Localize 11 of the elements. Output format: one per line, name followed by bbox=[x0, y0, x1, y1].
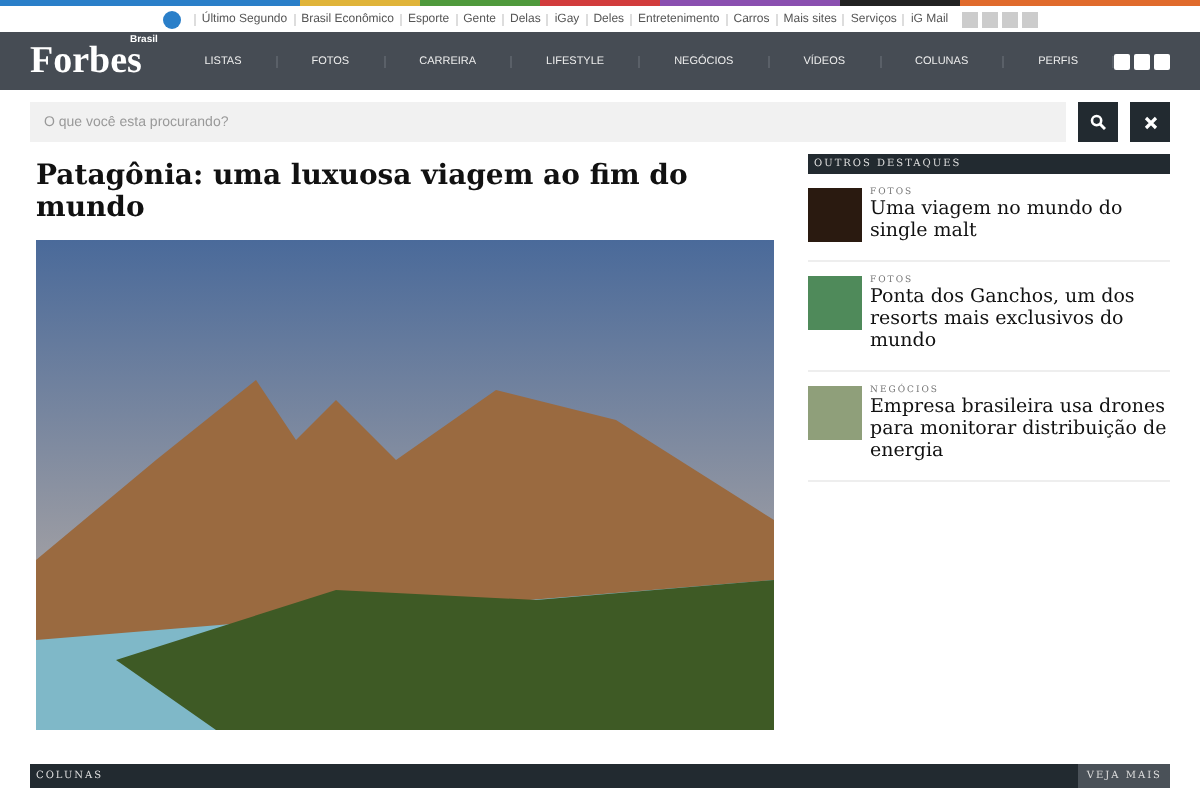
close-button[interactable] bbox=[1130, 102, 1170, 142]
headline-link[interactable]: Uma viagem no mundo do single malt bbox=[870, 198, 1170, 242]
thumbnail-photo[interactable] bbox=[808, 188, 862, 242]
article-title: Patagônia: uma luxuosa viagem ao fim do mundo bbox=[36, 160, 690, 224]
thumbnail-photo[interactable] bbox=[808, 386, 862, 440]
headline-link[interactable]: Ponta dos Ganchos, um dos resorts mais exclusivos do mundo bbox=[870, 286, 1170, 352]
search-icon bbox=[1090, 114, 1106, 130]
headline-link[interactable]: Empresa brasileira usa drones para monitorar distribuição de energia bbox=[870, 396, 1170, 462]
close-icon bbox=[1143, 115, 1157, 129]
thumbnail-photo[interactable] bbox=[808, 276, 862, 330]
search-button[interactable] bbox=[1078, 102, 1118, 142]
